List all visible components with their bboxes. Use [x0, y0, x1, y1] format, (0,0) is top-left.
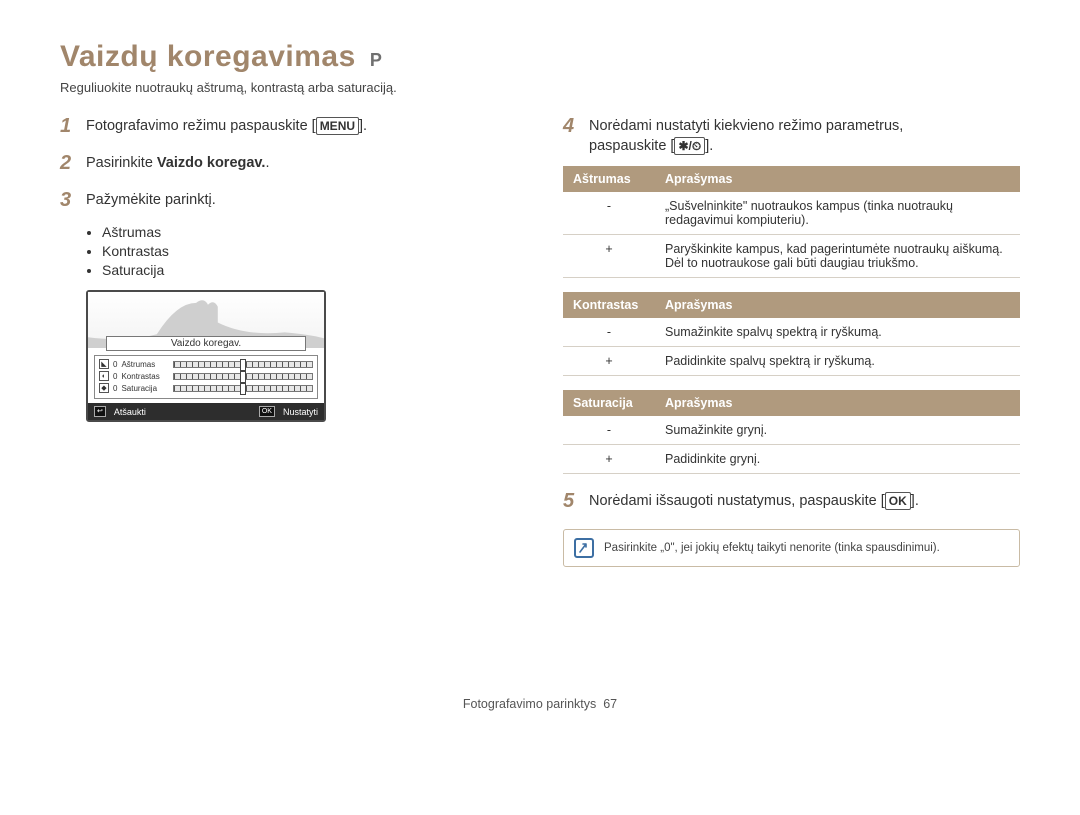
- step-number: 5: [563, 488, 581, 515]
- step-3: 3 Pažymėkite parinktį.: [60, 187, 517, 214]
- cell-value: Padidinkite spalvų spektrą ir ryškumą.: [655, 347, 1020, 376]
- cell-value: Padidinkite grynį.: [655, 445, 1020, 474]
- step-text: Fotografavimo režimu paspauskite [: [86, 118, 316, 134]
- table-row: - Sumažinkite grynį.: [563, 416, 1020, 445]
- th-saturation: Saturacija: [563, 390, 655, 416]
- step-bold-text: Vaizdo koregav.: [157, 155, 266, 171]
- table-row: - Sumažinkite spalvų spektrą ir ryškumą.: [563, 318, 1020, 347]
- lcd-value: 0: [113, 372, 117, 381]
- table-row: + Padidinkite spalvų spektrą ir ryškumą.: [563, 347, 1020, 376]
- table-row: - „Sušvelninkite" nuotraukos kampus (tin…: [563, 192, 1020, 235]
- step-text: Norėdami išsaugoti nustatymus, paspauski…: [589, 493, 885, 509]
- back-icon: ↩: [94, 406, 106, 417]
- camera-lcd-preview: Vaizdo koregav. ◣ 0 Aštrumas ◐ 0 Kontras…: [86, 290, 326, 422]
- step-number: 4: [563, 113, 581, 156]
- step-number: 3: [60, 187, 78, 214]
- step-2: 2 Pasirinkite Vaizdo koregav..: [60, 150, 517, 177]
- step-text-suffix: ].: [911, 493, 919, 509]
- lcd-cancel-label: Atšaukti: [114, 407, 146, 417]
- macro-timer-button-label: ✱/⏲: [674, 137, 705, 155]
- cell-key: -: [563, 192, 655, 235]
- th-contrast: Kontrastas: [563, 292, 655, 318]
- ok-button-label: OK: [885, 492, 911, 510]
- table-sharpness: Aštrumas Aprašymas - „Sušvelninkite" nuo…: [563, 166, 1020, 278]
- step-number: 2: [60, 150, 78, 177]
- table-contrast: Kontrastas Aprašymas - Sumažinkite spalv…: [563, 292, 1020, 376]
- th-sharpness: Aštrumas: [563, 166, 655, 192]
- option-item: Saturacija: [102, 262, 517, 278]
- step-text-line2-suffix: ].: [705, 138, 713, 154]
- table-row: + Padidinkite grynį.: [563, 445, 1020, 474]
- lcd-label: Saturacija: [121, 384, 169, 393]
- cell-key: +: [563, 235, 655, 278]
- cell-value: „Sušvelninkite" nuotraukos kampus (tinka…: [655, 192, 1020, 235]
- lcd-title: Vaizdo koregav.: [106, 336, 306, 351]
- lcd-label: Aštrumas: [121, 360, 169, 369]
- step-5: 5 Norėdami išsaugoti nustatymus, paspaus…: [563, 488, 1020, 515]
- mode-badge: P: [370, 50, 382, 71]
- lcd-set-label: Nustatyti: [283, 407, 318, 417]
- th-description: Aprašymas: [655, 166, 1020, 192]
- note-icon: [574, 538, 594, 558]
- step-4: 4 Norėdami nustatyti kiekvieno režimo pa…: [563, 113, 1020, 156]
- th-description: Aprašymas: [655, 292, 1020, 318]
- step-number: 1: [60, 113, 78, 140]
- step-text-suffix: .: [265, 155, 269, 171]
- page-subtitle: Reguliuokite nuotraukų aštrumą, kontrast…: [60, 80, 1020, 95]
- page-title: Vaizdų koregavimas: [60, 40, 356, 74]
- note-box: Pasirinkite „0", jei jokių efektų taikyt…: [563, 529, 1020, 567]
- cell-key: -: [563, 318, 655, 347]
- cell-value: Paryškinkite kampus, kad pagerintumėte n…: [655, 235, 1020, 278]
- cell-key: -: [563, 416, 655, 445]
- lcd-saturation-icon: ◆: [99, 383, 109, 393]
- footer-section: Fotografavimo parinktys: [463, 697, 596, 711]
- note-text: Pasirinkite „0", jei jokių efektų taikyt…: [604, 542, 940, 554]
- option-item: Aštrumas: [102, 224, 517, 240]
- table-saturation: Saturacija Aprašymas - Sumažinkite grynį…: [563, 390, 1020, 474]
- lcd-value: 0: [113, 360, 117, 369]
- lcd-row-contrast: ◐ 0 Kontrastas: [99, 370, 313, 382]
- cell-value: Sumažinkite grynį.: [655, 416, 1020, 445]
- lcd-row-saturation: ◆ 0 Saturacija: [99, 382, 313, 394]
- lcd-contrast-icon: ◐: [99, 371, 109, 381]
- lcd-label: Kontrastas: [121, 372, 169, 381]
- step-text-line1: Norėdami nustatyti kiekvieno režimo para…: [589, 118, 903, 134]
- th-description: Aprašymas: [655, 390, 1020, 416]
- table-row: + Paryškinkite kampus, kad pagerintumėte…: [563, 235, 1020, 278]
- page-footer: Fotografavimo parinktys 67: [60, 697, 1020, 711]
- cell-value: Sumažinkite spalvų spektrą ir ryškumą.: [655, 318, 1020, 347]
- step-text-line2-prefix: paspauskite [: [589, 138, 674, 154]
- step-text-suffix: ].: [359, 118, 367, 134]
- option-item: Kontrastas: [102, 243, 517, 259]
- lcd-value: 0: [113, 384, 117, 393]
- lcd-sharpness-icon: ◣: [99, 359, 109, 369]
- ok-icon: OK: [259, 406, 275, 417]
- footer-page: 67: [603, 697, 617, 711]
- cell-key: +: [563, 445, 655, 474]
- step-1: 1 Fotografavimo režimu paspauskite [MENU…: [60, 113, 517, 140]
- menu-button-label: MENU: [316, 117, 359, 135]
- step-text: Pažymėkite parinktį.: [86, 187, 216, 214]
- cell-key: +: [563, 347, 655, 376]
- lcd-row-sharpness: ◣ 0 Aštrumas: [99, 358, 313, 370]
- step-text: Pasirinkite: [86, 155, 157, 171]
